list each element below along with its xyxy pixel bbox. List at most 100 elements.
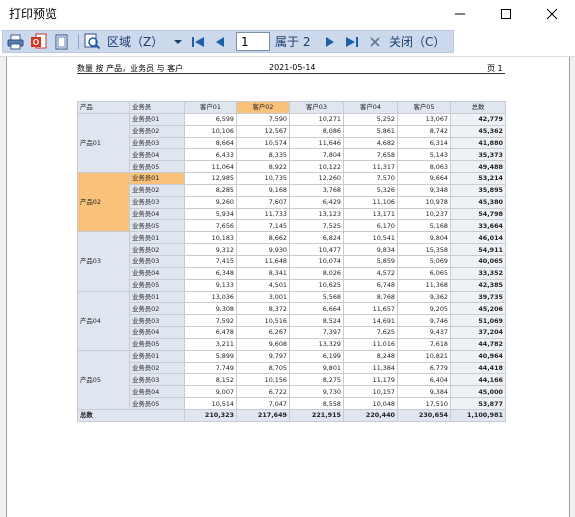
preview-viewport[interactable]: 数量 按 产品，业务员 与 客户 2021-05-14 页 1 产品 业务员 客…: [0, 57, 575, 517]
row-total-cell: 51,069: [450, 314, 506, 328]
value-cell: 7,625: [343, 326, 398, 339]
grand-total-cell: 221,915: [289, 408, 344, 422]
last-page-button[interactable]: [345, 31, 361, 52]
page-number-input[interactable]: 1: [236, 32, 270, 51]
value-cell: 5,069: [397, 254, 451, 268]
value-cell: 6,599: [184, 112, 237, 126]
customer-column-header[interactable]: 客户03: [289, 101, 344, 114]
value-cell: 6,404: [397, 373, 451, 387]
value-cell: 8,922: [236, 160, 290, 174]
close-window-button[interactable]: [529, 0, 575, 27]
svg-text:O: O: [33, 38, 39, 47]
next-page-button[interactable]: [323, 31, 339, 52]
prev-page-button[interactable]: [213, 31, 229, 52]
customer-column-header[interactable]: 客户02: [236, 101, 290, 114]
value-cell: 6,433: [184, 148, 237, 162]
value-cell: 8,335: [236, 148, 290, 162]
region-button[interactable]: 区域（Z）: [84, 31, 164, 52]
product-group-cell[interactable]: 产品04: [77, 290, 130, 351]
table-row: 产品04 业务员01 13,036 3,001 5,568 8,768 9,362 39,73…: [77, 290, 506, 351]
preview-page: 数量 按 产品，业务员 与 客户 2021-05-14 页 1 产品 业务员 客…: [6, 57, 570, 517]
salesperson-cell[interactable]: 业务员01: [129, 112, 185, 126]
table-row: 业务员03 7,592 10,516 8,524 14,691 9,746 51,069: [78, 314, 506, 328]
row-total-cell: 40,065: [450, 254, 506, 268]
maximize-button[interactable]: [483, 0, 529, 27]
rep-column-header: 业务员: [129, 101, 185, 114]
row-total-cell: 44,166: [450, 373, 506, 387]
table-row: 产品02 业务员01 12,985 10,735 12,260 7,570 9,664 53,…: [77, 172, 506, 233]
row-total-cell: 44,782: [450, 337, 506, 351]
salesperson-cell[interactable]: 业务员04: [129, 207, 185, 221]
value-cell: 5,859: [343, 254, 398, 268]
salesperson-cell[interactable]: 业务员05: [129, 337, 185, 351]
value-cell: 8,768: [343, 290, 398, 304]
value-cell: 11,384: [343, 361, 398, 375]
value-cell: 9,437: [397, 326, 451, 339]
salesperson-cell[interactable]: 业务员02: [129, 302, 185, 316]
salesperson-cell[interactable]: 业务员02: [129, 124, 185, 138]
row-total-cell: 35,895: [450, 183, 506, 197]
customer-column-header[interactable]: 客户05: [397, 101, 451, 114]
value-cell: 6,664: [289, 302, 344, 316]
print-button[interactable]: [7, 31, 27, 52]
salesperson-cell[interactable]: 业务员03: [129, 136, 185, 150]
salesperson-cell[interactable]: 业务员01: [129, 349, 185, 363]
row-total-cell: 40,964: [450, 349, 506, 363]
salesperson-cell[interactable]: 业务员03: [129, 373, 185, 387]
last-page-icon: [346, 36, 358, 47]
table-row: 业务员04 6,348 8,341 8,026 4,572 6,065 33,352: [78, 266, 506, 280]
title-bar: 打印预览: [0, 0, 575, 27]
value-cell: 9,834: [343, 243, 398, 256]
product-group-cell[interactable]: 产品03: [77, 231, 130, 292]
value-cell: 10,541: [343, 231, 398, 245]
value-cell: 8,705: [236, 361, 290, 375]
value-cell: 9,260: [184, 195, 237, 209]
export-button[interactable]: O: [30, 31, 50, 52]
salesperson-cell[interactable]: 业务员01: [129, 172, 185, 185]
table-row: 业务员03 9,260 7,607 6,429 11,106 10,978 45,380: [78, 195, 506, 209]
table-row: 业务员02 9,308 8,372 6,664 11,657 9,205 45,206: [78, 302, 506, 316]
salesperson-cell[interactable]: 业务员05: [129, 278, 185, 292]
salesperson-cell[interactable]: 业务员01: [129, 290, 185, 304]
value-cell: 7,592: [184, 314, 237, 328]
salesperson-cell[interactable]: 业务员04: [129, 148, 185, 162]
table-row: 业务员05 3,211 9,608 13,329 11,016 7,618 44,782: [78, 337, 506, 351]
close-preview-button[interactable]: 关闭（C）: [369, 31, 449, 52]
first-page-button[interactable]: [191, 31, 207, 52]
value-cell: 9,007: [184, 385, 237, 399]
value-cell: 10,574: [236, 136, 290, 150]
salesperson-cell[interactable]: 业务员03: [129, 254, 185, 268]
page-setup-button[interactable]: [54, 31, 72, 52]
salesperson-cell[interactable]: 业务员05: [129, 397, 185, 410]
salesperson-cell[interactable]: 业务员02: [129, 361, 185, 375]
row-total-cell: 53,877: [450, 397, 506, 410]
customer-column-header[interactable]: 客户04: [343, 101, 398, 114]
product-group-cell[interactable]: 产品05: [77, 349, 130, 410]
minimize-button[interactable]: [437, 0, 483, 27]
value-cell: 9,930: [236, 243, 290, 256]
salesperson-cell[interactable]: 业务员04: [129, 326, 185, 339]
salesperson-cell[interactable]: 业务员04: [129, 385, 185, 399]
product-group-cell[interactable]: 产品02: [77, 172, 130, 233]
product-group-cell[interactable]: 产品01: [77, 112, 130, 174]
customer-column-header[interactable]: 客户01: [184, 101, 237, 114]
value-cell: 7,749: [184, 361, 237, 375]
value-cell: 9,730: [289, 385, 344, 399]
value-cell: 15,358: [397, 243, 451, 256]
salesperson-cell[interactable]: 业务员05: [129, 160, 185, 174]
salesperson-cell[interactable]: 业务员03: [129, 195, 185, 209]
salesperson-cell[interactable]: 业务员05: [129, 219, 185, 233]
salesperson-cell[interactable]: 业务员01: [129, 231, 185, 245]
region-dropdown[interactable]: [173, 31, 185, 52]
salesperson-cell[interactable]: 业务员02: [129, 183, 185, 197]
row-total-cell: 53,214: [450, 172, 506, 185]
table-body: 产品01 业务员01 6,599 7,590 10,271 5,252 13,067 42,7…: [77, 112, 506, 422]
value-cell: 6,722: [236, 385, 290, 399]
value-cell: 9,664: [397, 172, 451, 185]
table-row: 业务员02 10,106 12,567 8,086 5,861 8,742 45,362: [78, 124, 506, 138]
value-cell: 10,183: [184, 231, 237, 245]
salesperson-cell[interactable]: 业务员04: [129, 266, 185, 280]
salesperson-cell[interactable]: 业务员02: [129, 243, 185, 256]
salesperson-cell[interactable]: 业务员03: [129, 314, 185, 328]
value-cell: 8,524: [289, 314, 344, 328]
